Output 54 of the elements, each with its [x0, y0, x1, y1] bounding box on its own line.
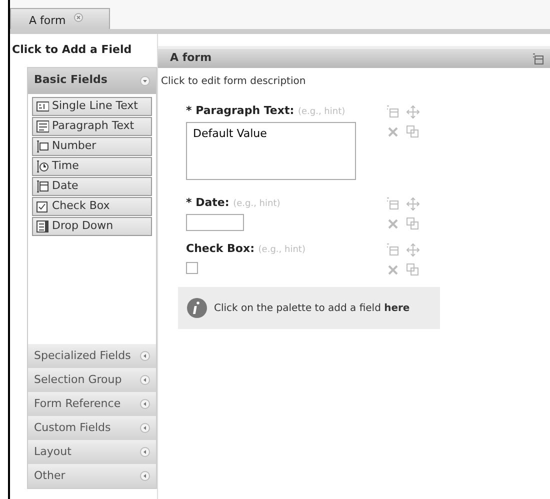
- caret-icon: [140, 375, 150, 385]
- caret-icon: [140, 399, 150, 409]
- palette-title: Click to Add a Field: [11, 42, 133, 58]
- field-type-icon: [36, 100, 49, 112]
- info-icon: [186, 297, 208, 319]
- caret-icon: [140, 76, 150, 86]
- palette-item[interactable]: Paragraph Text: [32, 116, 152, 136]
- delete-icon[interactable]: [386, 263, 400, 277]
- form-description[interactable]: Click to edit form description: [158, 68, 550, 103]
- field-type-icon: [36, 180, 49, 192]
- caret-icon: [140, 351, 150, 361]
- field-label: * Date: (e.g., hint): [186, 195, 282, 211]
- input-field[interactable]: [186, 214, 244, 230]
- field-label: * Paragraph Text: (e.g., hint): [186, 103, 346, 119]
- palette-item[interactable]: Date: [32, 176, 152, 196]
- layout-icon[interactable]: [386, 105, 400, 119]
- duplicate-icon[interactable]: [406, 217, 420, 231]
- text-area[interactable]: Default Value: [186, 122, 356, 180]
- caret-icon: [140, 447, 150, 457]
- caret-icon: [140, 471, 150, 481]
- palette-item[interactable]: Check Box: [32, 196, 152, 216]
- field-type-icon: [36, 160, 49, 172]
- delete-icon[interactable]: [386, 217, 400, 231]
- accordion-header[interactable]: Form Reference: [28, 392, 156, 416]
- delete-icon[interactable]: [386, 125, 400, 139]
- field-label: Check Box: (e.g., hint): [186, 241, 306, 257]
- layout-icon[interactable]: [386, 197, 400, 211]
- accordion-header[interactable]: Selection Group: [28, 368, 156, 392]
- accordion-header[interactable]: Custom Fields: [28, 416, 156, 440]
- palette-item[interactable]: Single Line Text: [32, 96, 152, 116]
- duplicate-icon[interactable]: [406, 263, 420, 277]
- accordion-header[interactable]: Specialized Fields: [28, 344, 156, 368]
- move-icon[interactable]: [406, 105, 420, 119]
- caret-icon: [140, 423, 150, 433]
- info-message: Click on the palette to add a field here: [214, 302, 410, 316]
- accordion-header[interactable]: Layout: [28, 440, 156, 464]
- form-title: A form: [170, 50, 212, 66]
- field-type-icon: [36, 220, 49, 232]
- close-icon[interactable]: [74, 13, 83, 22]
- move-icon[interactable]: [406, 243, 420, 257]
- field-type-icon: [36, 200, 49, 212]
- accordion-header[interactable]: Other: [28, 464, 156, 488]
- checkbox[interactable]: [186, 262, 198, 274]
- move-icon[interactable]: [406, 197, 420, 211]
- tab[interactable]: A form: [10, 8, 110, 29]
- layout-icon[interactable]: [386, 243, 400, 257]
- field-type-icon: [36, 120, 49, 132]
- palette-item[interactable]: Time: [32, 156, 152, 176]
- accordion-header[interactable]: Basic Fields: [28, 68, 156, 94]
- palette-item[interactable]: Drop Down: [32, 216, 152, 236]
- palette-item[interactable]: Number: [32, 136, 152, 156]
- duplicate-icon[interactable]: [406, 125, 420, 139]
- field-type-icon: [36, 140, 49, 152]
- layout-icon[interactable]: [532, 52, 544, 64]
